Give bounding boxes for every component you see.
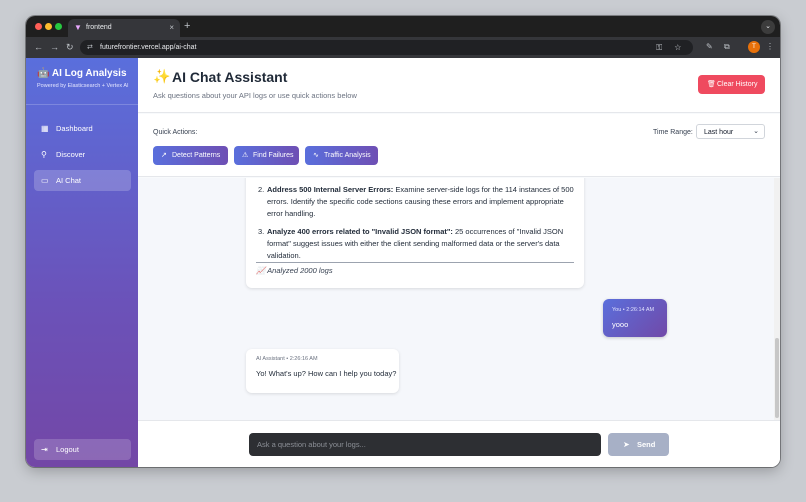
- page-subtitle: Ask questions about your API logs or use…: [153, 91, 357, 100]
- main-content: ✨ AI Chat Assistant Ask questions about …: [138, 58, 780, 467]
- chevron-down-icon: ⌄: [753, 128, 759, 135]
- list-item-text: Address 500 Internal Server Errors: Exam…: [267, 184, 577, 220]
- logout-button[interactable]: ⇥ Logout: [34, 439, 131, 460]
- logout-icon: ⇥: [41, 445, 48, 454]
- user-message-text: yooo: [612, 320, 629, 329]
- minimize-window-button[interactable]: [45, 23, 52, 30]
- site-info-icon[interactable]: ⇄: [87, 42, 93, 53]
- profile-avatar[interactable]: T: [748, 41, 760, 53]
- sidebar-item-ai-chat[interactable]: ▭ AI Chat: [34, 170, 131, 191]
- extensions-icon[interactable]: ⧉: [724, 41, 730, 53]
- list-item-text: Analyze 400 errors related to "Invalid J…: [267, 226, 577, 262]
- quick-actions-panel: Quick Actions: Time Range: Last hour ⌄ ↗…: [138, 114, 780, 177]
- traffic-analysis-label: Traffic Analysis: [324, 152, 371, 159]
- ai-analysis-message: 2. Address 500 Internal Server Errors: E…: [246, 178, 584, 288]
- detect-patterns-label: Detect Patterns: [172, 152, 221, 159]
- send-label: Send: [637, 440, 656, 449]
- favicon-icon: ▼: [74, 23, 82, 32]
- list-item-number: 2.: [258, 185, 265, 194]
- browser-tab[interactable]: ▼ frontend ×: [68, 19, 180, 37]
- user-message: You • 2:26:14 AM yooo: [603, 299, 667, 337]
- time-range-select[interactable]: Last hour ⌄: [696, 124, 765, 139]
- address-bar[interactable]: ⇄ futurefrontier.vercel.app/ai-chat ⚿ ☆: [80, 40, 693, 55]
- app-root: 🤖 AI Log Analysis Powered by Elasticsear…: [26, 58, 780, 467]
- list-item-title: Analyze 400 errors related to "Invalid J…: [267, 227, 453, 236]
- send-icon: ➤: [623, 440, 630, 449]
- detect-patterns-button[interactable]: ↗ Detect Patterns: [153, 146, 228, 165]
- browser-menu-icon[interactable]: ⋮: [766, 41, 774, 53]
- bookmark-star-icon[interactable]: ⚿ ☆: [656, 42, 686, 53]
- message-timestamp: You • 2:26:14 AM: [612, 307, 655, 313]
- list-item-number: 3.: [258, 227, 265, 236]
- sidebar-divider: [26, 104, 138, 105]
- sidebar-item-dashboard[interactable]: ▦ Dashboard: [34, 118, 131, 139]
- trash-icon: 🗑: [707, 81, 716, 88]
- chat-input[interactable]: [249, 433, 601, 456]
- chat-scrollbar[interactable]: [774, 178, 780, 420]
- warning-icon: ⚠: [242, 152, 249, 159]
- find-failures-label: Find Failures: [253, 152, 294, 159]
- browser-window: ▼ frontend × + ⌄ ← → ↻ ⇄ futurefrontier.…: [26, 16, 780, 467]
- analyzed-logs-footer: 📈 Analyzed 2000 logs: [256, 266, 333, 275]
- dashboard-icon: ▦: [41, 124, 49, 133]
- page-title: AI Chat Assistant: [172, 69, 288, 85]
- robot-icon: 🤖: [37, 68, 50, 79]
- maximize-window-button[interactable]: [55, 23, 62, 30]
- sidebar-item-discover[interactable]: ⚲ Discover: [34, 144, 131, 165]
- quick-actions-label: Quick Actions:: [153, 129, 198, 136]
- logout-label: Logout: [56, 445, 79, 454]
- clear-history-label: Clear History: [717, 81, 758, 88]
- brand-subtitle: Powered by Elasticsearch + Vertex AI: [37, 83, 129, 89]
- tab-title: frontend: [86, 24, 112, 31]
- tab-strip: ▼ frontend × + ⌄: [26, 16, 780, 37]
- sidebar-item-label: AI Chat: [56, 176, 82, 185]
- ai-reply-message: AI Assistant • 2:26:16 AM Yo! What's up?…: [246, 349, 399, 393]
- brand-title-text: AI Log Analysis: [51, 68, 127, 79]
- list-item-title: Address 500 Internal Server Errors:: [267, 185, 394, 194]
- brand-title: 🤖 AI Log Analysis: [37, 68, 127, 80]
- sidebar: 🤖 AI Log Analysis Powered by Elasticsear…: [26, 58, 138, 467]
- url-text[interactable]: futurefrontier.vercel.app/ai-chat: [100, 43, 197, 52]
- time-range-value: Last hour: [704, 129, 734, 136]
- chat-input-bar: ➤ Send: [138, 420, 780, 467]
- chat-icon: ▭: [41, 176, 49, 185]
- search-icon: ⚲: [41, 150, 47, 159]
- reload-icon[interactable]: ↻: [66, 41, 74, 53]
- scrollbar-thumb[interactable]: [775, 338, 779, 418]
- tab-search-button[interactable]: ⌄: [761, 20, 775, 34]
- message-divider: [256, 262, 574, 263]
- new-tab-button[interactable]: +: [184, 20, 190, 32]
- sidebar-item-label: Discover: [56, 150, 86, 159]
- find-failures-button[interactable]: ⚠ Find Failures: [234, 146, 299, 165]
- page-header: ✨ AI Chat Assistant Ask questions about …: [138, 58, 780, 113]
- chat-messages[interactable]: 2. Address 500 Internal Server Errors: E…: [138, 178, 780, 420]
- tab-close-icon[interactable]: ×: [169, 22, 174, 33]
- sparkles-icon: ✨: [153, 68, 171, 84]
- trending-up-icon: ↗: [161, 152, 167, 159]
- close-window-button[interactable]: [35, 23, 42, 30]
- back-icon[interactable]: ←: [34, 41, 43, 53]
- time-range-label: Time Range:: [653, 129, 693, 136]
- traffic-analysis-button[interactable]: ∿ Traffic Analysis: [305, 146, 378, 165]
- browser-toolbar: ← → ↻ ⇄ futurefrontier.vercel.app/ai-cha…: [26, 37, 780, 58]
- forward-icon[interactable]: →: [50, 41, 59, 53]
- sidebar-item-label: Dashboard: [56, 124, 93, 133]
- pen-extension-icon[interactable]: ✎: [706, 41, 713, 53]
- clear-history-button[interactable]: 🗑 Clear History: [698, 75, 765, 94]
- ai-reply-text: Yo! What's up? How can I help you today?: [256, 369, 397, 378]
- activity-icon: ∿: [313, 152, 319, 159]
- send-button[interactable]: ➤ Send: [608, 433, 669, 456]
- message-timestamp: AI Assistant • 2:26:16 AM: [256, 356, 318, 362]
